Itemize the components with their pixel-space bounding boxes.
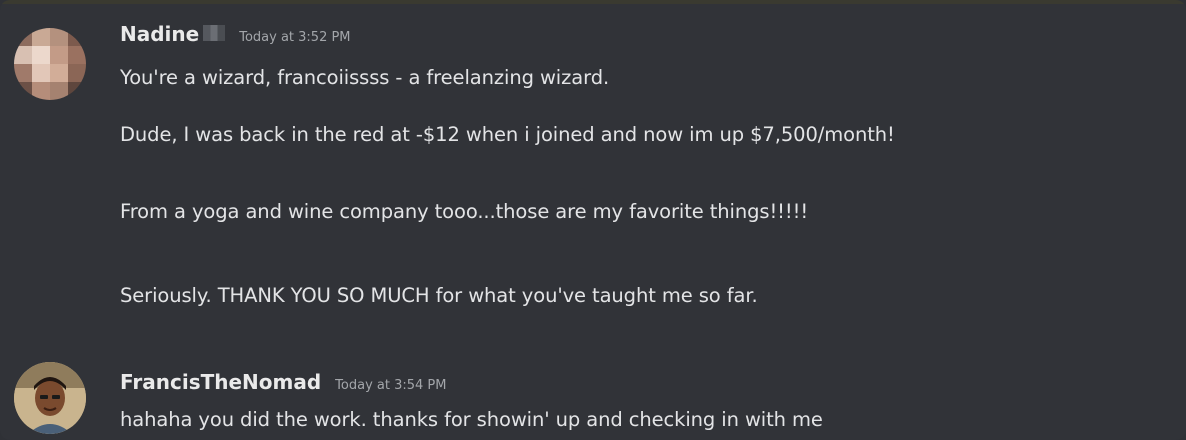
user-avatar[interactable] bbox=[14, 362, 86, 434]
message-francis: FrancisTheNomad Today at 3:54 PM hahaha … bbox=[0, 340, 1186, 440]
message-line: You're a wizard, francoiissss - a freela… bbox=[120, 66, 610, 89]
message-line: hahaha you did the work. thanks for show… bbox=[120, 408, 823, 431]
message-header: Nadine Today at 3:52 PM bbox=[120, 22, 351, 46]
timestamp: Today at 3:52 PM bbox=[239, 30, 351, 45]
message-line: Seriously. THANK YOU SO MUCH for what yo… bbox=[120, 284, 758, 307]
chat-panel: Nadine Today at 3:52 PM You're a wizard,… bbox=[0, 0, 1186, 440]
avatar-image bbox=[14, 362, 86, 434]
username[interactable]: FrancisTheNomad bbox=[120, 370, 321, 394]
user-avatar[interactable] bbox=[14, 28, 86, 100]
message-line: From a yoga and wine company tooo...thos… bbox=[120, 200, 809, 223]
message-header: FrancisTheNomad Today at 3:54 PM bbox=[120, 370, 446, 394]
avatar-image bbox=[14, 28, 86, 100]
timestamp: Today at 3:54 PM bbox=[335, 378, 447, 393]
avatar-image bbox=[14, 362, 86, 434]
message-line: Dude, I was back in the red at -$12 when… bbox=[120, 123, 895, 146]
username[interactable]: Nadine bbox=[120, 22, 199, 46]
redacted-name bbox=[203, 25, 226, 41]
message-nadine: Nadine Today at 3:52 PM You're a wizard,… bbox=[0, 0, 1186, 340]
